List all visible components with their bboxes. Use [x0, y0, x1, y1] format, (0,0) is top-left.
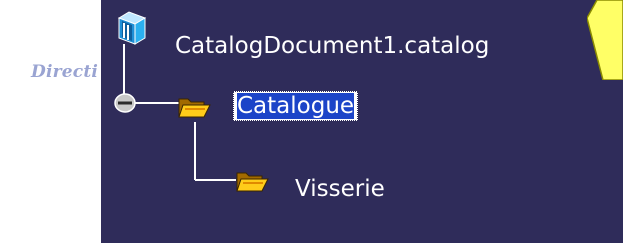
callout-balloon: [587, 0, 623, 80]
open-folder-icon: [236, 172, 269, 192]
tree-node-catalogue-label: Catalogue: [237, 93, 355, 119]
specification-tree: CatalogDocument1.catalog Catalogue Visse…: [101, 0, 623, 243]
tree-root-label[interactable]: CatalogDocument1.catalog: [175, 32, 489, 60]
open-folder-icon: [178, 98, 211, 118]
background-partial-label: Directi: [31, 62, 99, 82]
tree-node-visserie[interactable]: Visserie: [295, 175, 385, 203]
tree-node-catalogue[interactable]: Catalogue: [233, 91, 359, 121]
collapse-toggle-icon[interactable]: [113, 92, 137, 114]
catalog-book-icon: [117, 11, 147, 45]
